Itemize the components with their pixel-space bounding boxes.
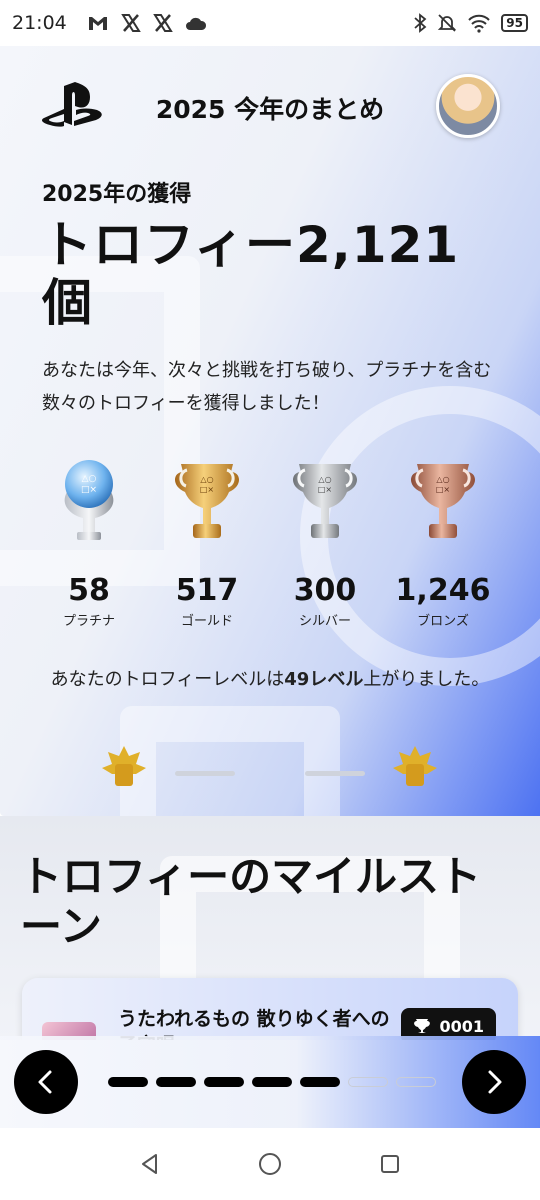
trophy-silver: △○ □× 300 シルバー bbox=[266, 456, 384, 629]
gmail-icon bbox=[87, 12, 109, 34]
summary-card: 2025 今年のまとめ 2025年の獲得 トロフィー2,121個 あなたは今年、… bbox=[0, 46, 540, 816]
chevron-right-icon bbox=[488, 1070, 502, 1094]
svg-text:△○: △○ bbox=[82, 474, 97, 484]
trophy-count: 517 bbox=[175, 573, 239, 608]
game-title: うたわれるもの 散りゆく者への子守唄 bbox=[118, 1008, 390, 1040]
previous-button[interactable] bbox=[14, 1050, 78, 1114]
level-progress-dash bbox=[305, 771, 365, 776]
x-icon bbox=[152, 12, 173, 34]
trophy-count: 300 bbox=[293, 573, 357, 608]
recents-icon[interactable] bbox=[378, 1152, 402, 1176]
trophy-breakdown: △○ □× 58 プラチナ △○ □× 517 ゴールド △○ □× 300 シ… bbox=[30, 456, 510, 629]
trophy-icon bbox=[414, 1019, 431, 1033]
bluetooth-icon bbox=[413, 12, 427, 34]
svg-text:□×: □× bbox=[318, 485, 332, 494]
level-trophy-icon bbox=[102, 746, 146, 786]
year-label: 2025年の獲得 bbox=[42, 182, 192, 207]
svg-text:△○: △○ bbox=[318, 475, 331, 484]
trophy-label: プラチナ bbox=[62, 614, 115, 629]
bronze-trophy-icon: △○ □× bbox=[411, 464, 475, 538]
wifi-icon bbox=[467, 12, 491, 34]
trophy-bronze: △○ □× 1,246 ブロンズ bbox=[384, 456, 502, 629]
next-button[interactable] bbox=[462, 1050, 526, 1114]
pager-bar bbox=[0, 1036, 540, 1128]
milestone-title: トロフィーのマイルストーン bbox=[20, 852, 482, 951]
trophy-platinum: △○ □× 58 プラチナ bbox=[30, 456, 148, 629]
trophy-total: トロフィー2,121個 bbox=[42, 216, 460, 332]
svg-text:△○: △○ bbox=[200, 475, 213, 484]
page-dot[interactable] bbox=[204, 1077, 244, 1087]
level-progress-row bbox=[0, 746, 540, 786]
milestone-section: トロフィーのマイルストーン うたわれるもの 散りゆく者への子守唄 0001 bbox=[0, 816, 540, 1040]
home-icon[interactable] bbox=[257, 1151, 283, 1177]
trophy-count: 1,246 bbox=[395, 573, 491, 608]
trophy-label: シルバー bbox=[298, 614, 351, 629]
page-dot[interactable] bbox=[156, 1077, 196, 1087]
svg-text:□×: □× bbox=[436, 485, 450, 494]
level-progress-dash bbox=[175, 771, 235, 776]
trophy-gold: △○ □× 517 ゴールド bbox=[148, 456, 266, 629]
cloud-icon bbox=[185, 12, 207, 34]
trophy-count: 58 bbox=[68, 573, 110, 608]
svg-text:□×: □× bbox=[81, 485, 97, 495]
trophy-label: ブロンズ bbox=[417, 614, 469, 629]
level-text-after: 上がりました。 bbox=[363, 669, 490, 690]
page-dot[interactable] bbox=[252, 1077, 292, 1087]
page-dot[interactable] bbox=[348, 1077, 388, 1087]
level-text-before: あなたのトロフィーレベルは bbox=[50, 669, 285, 690]
gold-trophy-icon: △○ □× bbox=[175, 464, 239, 538]
system-navigation-bar bbox=[0, 1128, 540, 1200]
svg-text:△○: △○ bbox=[436, 475, 449, 484]
level-trophy-icon bbox=[393, 746, 437, 786]
page-dot[interactable] bbox=[108, 1077, 148, 1087]
platinum-trophy-icon: △○ □× bbox=[64, 460, 114, 540]
level-highlight: 49レベル bbox=[284, 669, 364, 690]
x-icon bbox=[120, 12, 141, 34]
status-time: 21:04 bbox=[12, 12, 67, 34]
svg-text:□×: □× bbox=[200, 485, 214, 494]
trophy-level-text: あなたのトロフィーレベルは49レベル上がりました。 bbox=[40, 664, 500, 696]
status-bar: 21:04 95 bbox=[0, 0, 540, 46]
trophy-number: 0001 bbox=[439, 1016, 484, 1036]
summary-description: あなたは今年、次々と挑戦を打ち破り、プラチナを含む数々のトロフィーを獲得しました… bbox=[42, 360, 492, 414]
page-dot[interactable] bbox=[300, 1077, 340, 1087]
battery-icon: 95 bbox=[501, 14, 528, 32]
silver-trophy-icon: △○ □× bbox=[293, 464, 357, 538]
chevron-left-icon bbox=[38, 1070, 52, 1094]
page-dot[interactable] bbox=[396, 1077, 436, 1087]
bell-off-icon bbox=[437, 12, 457, 34]
page-indicator bbox=[108, 1077, 436, 1087]
user-avatar[interactable] bbox=[436, 74, 500, 138]
trophy-label: ゴールド bbox=[180, 614, 233, 629]
back-icon[interactable] bbox=[138, 1152, 162, 1176]
milestone-card[interactable]: うたわれるもの 散りゆく者への子守唄 0001 bbox=[22, 978, 518, 1040]
